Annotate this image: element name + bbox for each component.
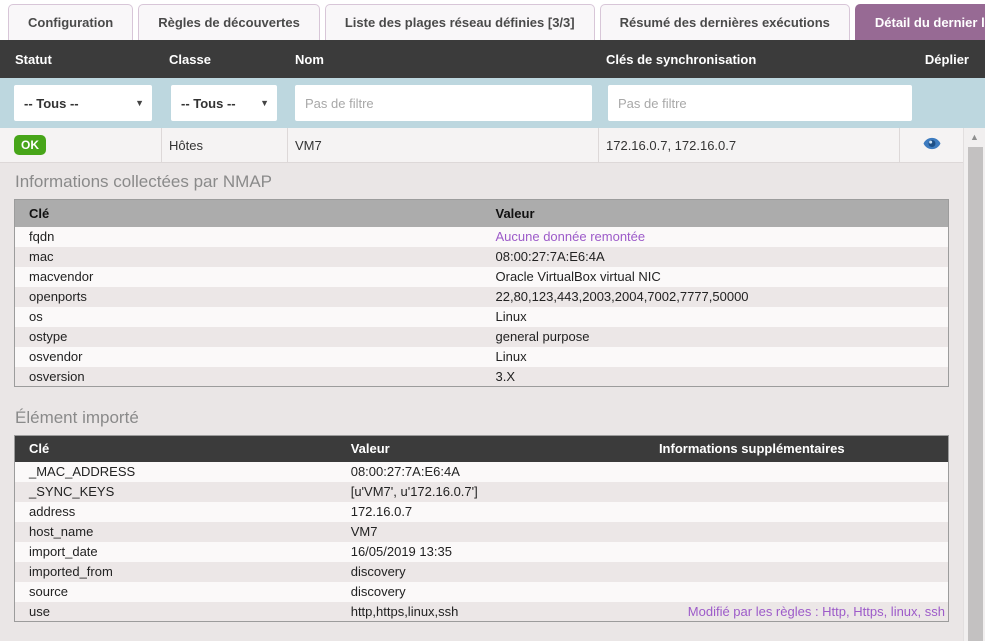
import-col-value: Valeur [337,436,645,462]
filter-row: -- Tous -- ▼ -- Tous -- ▼ [0,78,985,128]
table-row: mac 08:00:27:7A:E6:4A [15,247,949,267]
table-row: source discovery [15,582,949,602]
row-value: Aucune donnée remontée [482,227,949,247]
scrollbar-thumb[interactable] [968,147,983,641]
vertical-scrollbar[interactable]: ▲ [963,128,985,641]
table-row: fqdn Aucune donnée remontée [15,227,949,247]
row-value: discovery [337,582,645,602]
column-header-expand: Déplier [900,52,985,67]
table-row: import_date 16/05/2019 13:35 [15,542,949,562]
table-row: host_name VM7 [15,522,949,542]
table-row: _MAC_ADDRESS 08:00:27:7A:E6:4A [15,462,949,482]
row-key: mac [15,247,482,267]
table-row: address 172.16.0.7 [15,502,949,522]
row-key: address [15,502,337,522]
tab-discovery-rules[interactable]: Règles de découvertes [138,4,320,40]
column-header-status: Statut [0,52,162,67]
scroll-up-icon[interactable]: ▲ [964,128,985,146]
row-info [645,462,949,482]
expand-row-button[interactable] [900,128,963,162]
nmap-col-key: Clé [15,200,482,227]
row-info [645,582,949,602]
result-sync-keys-cell: 172.16.0.7, 172.16.0.7 [599,128,900,162]
tab-last-run-detail[interactable]: Détail du dernier lancement [6] [855,4,985,40]
row-value: discovery [337,562,645,582]
row-value: [u'VM7', u'172.16.0.7'] [337,482,645,502]
imported-section-title: Élément importé [15,408,949,428]
row-key: osversion [15,367,482,387]
import-col-key: Clé [15,436,337,462]
row-key: os [15,307,482,327]
table-row: os Linux [15,307,949,327]
row-key: macvendor [15,267,482,287]
row-info [645,542,949,562]
results-header-row: Statut Classe Nom Clés de synchronisatio… [0,40,985,78]
status-filter-select[interactable]: -- Tous -- ▼ [14,85,152,121]
table-row: openports 22,80,123,443,2003,2004,7002,7… [15,287,949,307]
row-key: import_date [15,542,337,562]
row-value: 16/05/2019 13:35 [337,542,645,562]
row-key: fqdn [15,227,482,247]
column-header-sync-keys: Clés de synchronisation [599,52,900,67]
row-info [645,562,949,582]
row-value: general purpose [482,327,949,347]
imported-element-table: Clé Valeur Informations supplémentaires … [14,435,949,622]
row-value: 08:00:27:7A:E6:4A [482,247,949,267]
row-value: 22,80,123,443,2003,2004,7002,7777,50000 [482,287,949,307]
result-row: OK Hôtes VM7 172.16.0.7, 172.16.0.7 [0,128,963,163]
row-key: _SYNC_KEYS [15,482,337,502]
row-value: 172.16.0.7 [337,502,645,522]
table-header-row: Clé Valeur [15,200,949,227]
tab-bar: Configuration Règles de découvertes List… [0,0,985,40]
tab-network-ranges[interactable]: Liste des plages réseau définies [3/3] [325,4,595,40]
row-value: 08:00:27:7A:E6:4A [337,462,645,482]
row-value: Oracle VirtualBox virtual NIC [482,267,949,287]
nmap-info-table: Clé Valeur fqdn Aucune donnée remontée m… [14,199,949,387]
result-name-cell: VM7 [288,128,599,162]
table-row: osvendor Linux [15,347,949,367]
detail-panel: Informations collectées par NMAP Clé Val… [0,163,963,641]
row-value: http,https,linux,ssh [337,602,645,622]
result-class-cell: Hôtes [162,128,288,162]
row-key: openports [15,287,482,307]
row-key: _MAC_ADDRESS [15,462,337,482]
table-row: imported_from discovery [15,562,949,582]
class-filter-select[interactable]: -- Tous -- ▼ [171,85,277,121]
row-info [645,502,949,522]
row-value: 3.X [482,367,949,387]
nmap-col-value: Valeur [482,200,949,227]
table-row: osversion 3.X [15,367,949,387]
row-value: Linux [482,307,949,327]
row-info [645,522,949,542]
status-badge: OK [14,135,46,155]
tab-configuration[interactable]: Configuration [8,4,133,40]
row-key: host_name [15,522,337,542]
sync-keys-filter-input[interactable] [608,85,912,121]
row-key: use [15,602,337,622]
status-filter-select-control[interactable]: -- Tous -- [14,85,152,121]
table-row: use http,https,linux,ssh Modifié par les… [15,602,949,622]
column-header-name: Nom [288,52,599,67]
row-value: Linux [482,347,949,367]
row-info-rules: Modifié par les règles : Http, Https, li… [645,602,949,622]
row-info [645,482,949,502]
table-row: _SYNC_KEYS [u'VM7', u'172.16.0.7'] [15,482,949,502]
eye-icon [923,137,941,153]
tab-last-executions-summary[interactable]: Résumé des dernières exécutions [600,4,850,40]
nmap-section-title: Informations collectées par NMAP [15,172,949,192]
row-key: imported_from [15,562,337,582]
result-status-cell: OK [0,128,162,162]
table-row: macvendor Oracle VirtualBox virtual NIC [15,267,949,287]
row-key: ostype [15,327,482,347]
table-row: ostype general purpose [15,327,949,347]
import-col-info: Informations supplémentaires [645,436,949,462]
class-filter-select-control[interactable]: -- Tous -- [171,85,277,121]
row-key: source [15,582,337,602]
name-filter-input[interactable] [295,85,592,121]
row-key: osvendor [15,347,482,367]
table-header-row: Clé Valeur Informations supplémentaires [15,436,949,462]
column-header-class: Classe [162,52,288,67]
row-value: VM7 [337,522,645,542]
